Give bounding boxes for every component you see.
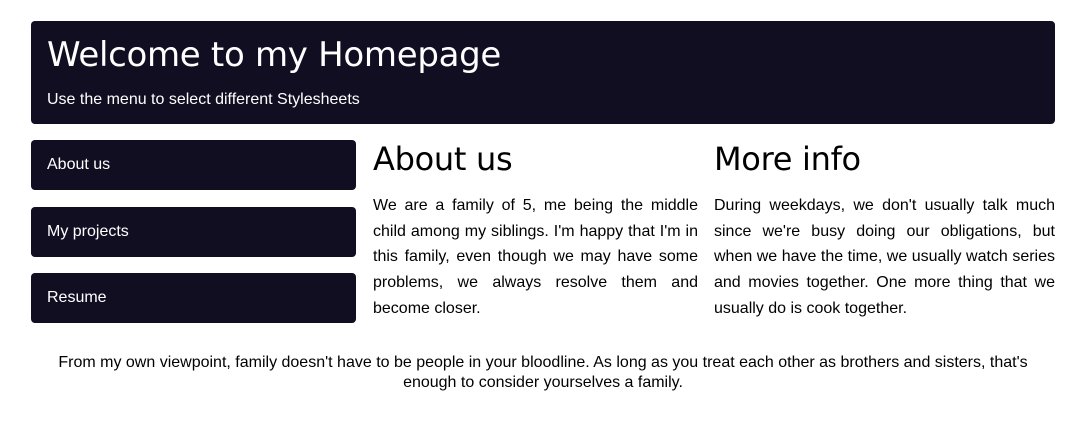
page-header: Welcome to my Homepage Use the menu to s… [31, 21, 1055, 124]
page-subtitle: Use the menu to select different Stylesh… [47, 91, 360, 108]
more-info-heading: More info [714, 140, 861, 178]
menu-item-my-projects[interactable]: My projects [31, 207, 356, 257]
menu-item-label: About us [47, 156, 111, 173]
about-us-heading: About us [373, 140, 513, 178]
more-info-text: During weekdays, we don't usually talk m… [714, 197, 1055, 317]
footer-text: From my own viewpoint, family doesn't ha… [58, 354, 1028, 391]
page-title: Welcome to my Homepage [47, 35, 502, 75]
about-us-section: About us We are a family of 5, me being … [373, 140, 698, 317]
menu-item-label: My projects [47, 223, 129, 240]
menu-item-resume[interactable]: Resume [31, 273, 356, 323]
menu-item-about-us[interactable]: About us [31, 140, 356, 190]
more-info-section: More info During weekdays, we don't usua… [714, 140, 1055, 317]
menu-item-label: Resume [47, 289, 107, 306]
about-us-text: We are a family of 5, me being the middl… [373, 197, 698, 317]
